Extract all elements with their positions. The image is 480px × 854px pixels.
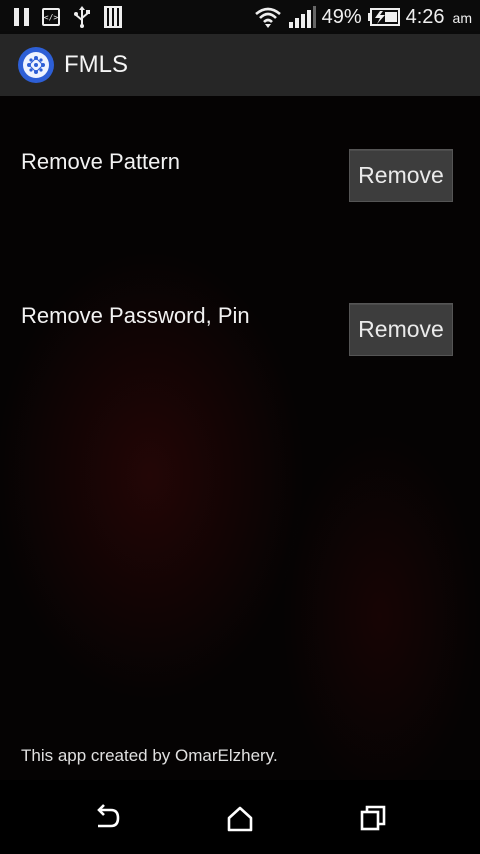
sd-card-icon bbox=[104, 6, 122, 28]
usb-icon bbox=[74, 6, 90, 28]
status-bar: </> 49% 4:26 am bbox=[0, 0, 480, 34]
app-title: FMLS bbox=[64, 51, 129, 78]
remove-pattern-button[interactable]: Remove bbox=[349, 149, 453, 202]
back-icon[interactable] bbox=[93, 804, 121, 832]
nav-bar bbox=[0, 780, 480, 854]
app-bar: FMLS bbox=[0, 34, 480, 97]
status-bar-left: </> bbox=[14, 6, 122, 28]
clock-ampm: am bbox=[452, 10, 472, 26]
home-icon[interactable] bbox=[226, 804, 254, 832]
signal-icon bbox=[288, 6, 316, 28]
app-logo-icon bbox=[18, 47, 54, 83]
battery-charging-icon bbox=[367, 8, 400, 26]
status-bar-right: 49% 4:26 am bbox=[254, 4, 472, 30]
clock-time: 4:26 bbox=[405, 6, 445, 28]
recent-apps-icon[interactable] bbox=[359, 804, 387, 832]
battery-percent: 49% bbox=[321, 6, 362, 28]
pause-icon bbox=[14, 8, 30, 26]
wifi-icon bbox=[254, 7, 281, 28]
remove-password-pin-label: Remove Password, Pin bbox=[21, 303, 250, 328]
main-content: Remove Pattern Remove Remove Password, P… bbox=[0, 96, 480, 780]
credit-text: This app created by OmarElzhery. bbox=[21, 746, 278, 765]
code-icon: </> bbox=[42, 8, 60, 26]
remove-password-pin-button[interactable]: Remove bbox=[349, 303, 453, 356]
remove-pattern-label: Remove Pattern bbox=[21, 149, 180, 174]
